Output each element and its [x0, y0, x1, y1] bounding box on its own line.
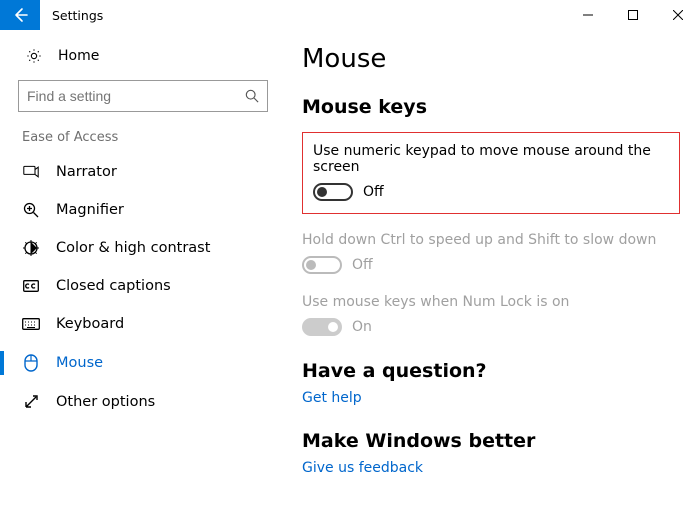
- group-title: Mouse keys: [302, 96, 680, 118]
- section-heading: Ease of Access: [0, 130, 280, 153]
- sidebar-item-label: Magnifier: [56, 202, 124, 218]
- app-body: Home Ease of Access Narrator Magnifier C…: [0, 30, 700, 506]
- sidebar-item-magnifier[interactable]: Magnifier: [0, 191, 280, 229]
- mouse-keys-toggle[interactable]: [313, 183, 353, 201]
- maximize-button[interactable]: [610, 0, 655, 30]
- titlebar: Settings: [0, 0, 700, 30]
- toggle-state: Off: [352, 257, 373, 273]
- setting-label: Use mouse keys when Num Lock is on: [302, 294, 680, 310]
- content-pane: Mouse Mouse keys Use numeric keypad to m…: [280, 30, 700, 506]
- contrast-icon: [20, 240, 42, 256]
- narrator-icon: [20, 164, 42, 180]
- feedback-link[interactable]: Give us feedback: [302, 460, 680, 476]
- home-button[interactable]: Home: [0, 42, 280, 74]
- sidebar-item-label: Color & high contrast: [56, 240, 210, 256]
- search-input[interactable]: [27, 88, 231, 104]
- window-title: Settings: [40, 0, 565, 30]
- minimize-icon: [583, 10, 593, 20]
- gear-icon: [22, 48, 46, 64]
- setting-label: Hold down Ctrl to speed up and Shift to …: [302, 232, 680, 248]
- sidebar-item-captions[interactable]: Closed captions: [0, 267, 280, 305]
- ctrl-shift-toggle: [302, 256, 342, 274]
- sidebar-item-keyboard[interactable]: Keyboard: [0, 305, 280, 343]
- sidebar-item-label: Narrator: [56, 164, 117, 180]
- back-button[interactable]: [0, 0, 40, 30]
- feedback-title: Make Windows better: [302, 430, 680, 452]
- maximize-icon: [628, 10, 638, 20]
- numlock-toggle: [302, 318, 342, 336]
- close-button[interactable]: [655, 0, 700, 30]
- home-label: Home: [58, 48, 99, 64]
- setting-label: Use numeric keypad to move mouse around …: [313, 143, 669, 175]
- question-title: Have a question?: [302, 360, 680, 382]
- sidebar-item-contrast[interactable]: Color & high contrast: [0, 229, 280, 267]
- highlighted-setting: Use numeric keypad to move mouse around …: [302, 132, 680, 214]
- minimize-button[interactable]: [565, 0, 610, 30]
- close-icon: [673, 10, 683, 20]
- search-icon: [245, 89, 259, 103]
- window-controls: [565, 0, 700, 30]
- toggle-state: On: [352, 319, 372, 335]
- page-title: Mouse: [302, 44, 680, 74]
- toggle-state: Off: [363, 184, 384, 200]
- magnifier-icon: [20, 202, 42, 218]
- sidebar-item-label: Keyboard: [56, 316, 124, 332]
- get-help-link[interactable]: Get help: [302, 390, 680, 406]
- sidebar-item-other[interactable]: Other options: [0, 383, 280, 421]
- sidebar-item-label: Mouse: [56, 355, 103, 371]
- sidebar-item-mouse[interactable]: Mouse: [0, 343, 280, 383]
- keyboard-icon: [20, 318, 42, 330]
- arrow-left-icon: [12, 7, 28, 23]
- sidebar-item-narrator[interactable]: Narrator: [0, 153, 280, 191]
- sidebar-item-label: Closed captions: [56, 278, 171, 294]
- sidebar-item-label: Other options: [56, 394, 155, 410]
- search-box[interactable]: [18, 80, 268, 112]
- mouse-icon: [20, 354, 42, 372]
- sidebar: Home Ease of Access Narrator Magnifier C…: [0, 30, 280, 506]
- other-icon: [20, 394, 42, 410]
- captions-icon: [20, 278, 42, 294]
